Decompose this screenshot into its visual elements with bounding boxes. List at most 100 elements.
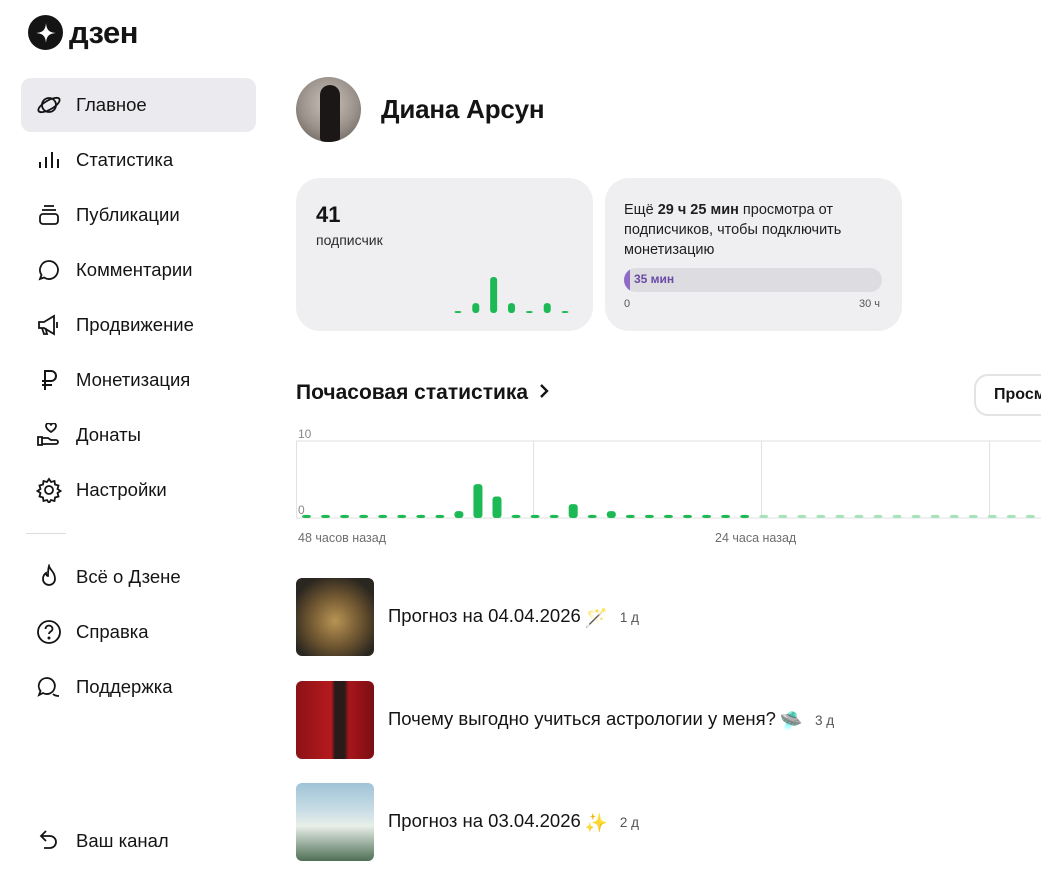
hourly-bar[interactable] <box>663 514 673 518</box>
sidebar-item-main[interactable]: Главное <box>21 78 256 132</box>
dzen-logo[interactable]: дзен <box>28 15 139 50</box>
hourly-bar[interactable] <box>797 514 807 518</box>
mini-chart-bar <box>490 277 498 313</box>
hourly-bar[interactable] <box>854 514 864 518</box>
hourly-bar[interactable] <box>702 514 712 518</box>
sidebar-item-support[interactable]: Поддержка <box>21 660 256 714</box>
publication-age: 1 д <box>619 609 639 625</box>
sidebar-item-label: Настройки <box>76 479 167 500</box>
hourly-bar[interactable] <box>321 514 331 518</box>
planet-icon <box>35 91 63 119</box>
hourly-bar[interactable] <box>359 514 369 518</box>
monetization-prefix: Ещё <box>624 202 658 218</box>
sidebar-item-comments[interactable]: Комментарии <box>21 243 256 297</box>
progress-label: 35 мин <box>634 272 675 286</box>
sidebar-item-label: Справка <box>76 621 149 642</box>
sidebar-item-promotion[interactable]: Продвижение <box>21 298 256 352</box>
hourly-bar[interactable] <box>816 514 826 518</box>
hourly-bar[interactable] <box>549 514 559 518</box>
sidebar-item-statistics[interactable]: Статистика <box>21 133 256 187</box>
hourly-bar[interactable] <box>892 514 902 518</box>
hourly-bar[interactable] <box>835 514 845 518</box>
sidebar-nav: Главное Статистика Публикации Комментари… <box>21 78 256 518</box>
hourly-bar[interactable] <box>1006 514 1016 518</box>
hourly-bar[interactable] <box>721 514 731 518</box>
sidebar-item-publications[interactable]: Публикации <box>21 188 256 242</box>
publication-title-text: Прогноз на 04.04.2026 <box>388 605 581 626</box>
hourly-bar[interactable] <box>1025 514 1035 518</box>
publication-item[interactable]: Прогноз на 03.04.2026 ✨ 2 д <box>296 783 639 861</box>
progress-min-label: 0 <box>624 298 631 310</box>
hourly-bar[interactable] <box>435 514 445 518</box>
monetization-progress-bar: 35 мин <box>624 268 882 292</box>
hourly-bar[interactable] <box>987 514 997 518</box>
publication-age: 2 д <box>619 814 639 830</box>
hourly-bar[interactable] <box>378 514 388 518</box>
mini-chart-bar <box>561 311 569 313</box>
sidebar-item-help[interactable]: Справка <box>21 605 256 659</box>
gear-icon <box>35 476 63 504</box>
y-tick-label: 0 <box>298 503 305 517</box>
avatar[interactable] <box>296 77 361 142</box>
hourly-bar[interactable] <box>740 514 750 518</box>
subscribers-count: 41 <box>316 202 341 227</box>
hourly-bar[interactable] <box>568 504 578 518</box>
subscribers-label: подписчик <box>316 232 383 248</box>
hourly-bar[interactable] <box>644 514 654 518</box>
mini-chart-bar <box>543 303 551 313</box>
sidebar-item-monetization[interactable]: Монетизация <box>21 353 256 407</box>
hourly-bar[interactable] <box>454 511 464 518</box>
hourly-bar[interactable] <box>968 514 978 518</box>
subscribers-card[interactable]: 41 подписчик <box>296 178 593 331</box>
hourly-bar[interactable] <box>340 514 350 518</box>
hourly-bar[interactable] <box>683 514 692 518</box>
publication-item[interactable]: Прогноз на 04.04.2026 🪄 1 д <box>296 578 639 656</box>
publication-title: Прогноз на 03.04.2026 ✨ <box>388 810 608 834</box>
channel-name: Диана Арсун <box>381 94 545 124</box>
monetization-text: Ещё 29 ч 25 мин просмотра от подписчиков… <box>624 200 884 260</box>
flame-icon <box>35 563 63 591</box>
sidebar-item-your-channel[interactable]: Ваш канал <box>21 814 256 868</box>
publication-title: Прогноз на 04.04.2026 🪄 <box>388 605 608 629</box>
hourly-bar[interactable] <box>302 514 311 518</box>
sidebar-item-about[interactable]: Всё о Дзене <box>21 550 256 604</box>
hourly-bar[interactable] <box>625 514 635 518</box>
ruble-icon <box>35 366 63 394</box>
logo-text: дзен <box>69 15 139 50</box>
hourly-bar[interactable] <box>778 514 788 518</box>
monetization-card[interactable]: Ещё 29 ч 25 мин просмотра от подписчиков… <box>605 178 902 331</box>
hourly-bar[interactable] <box>492 496 502 518</box>
donate-hand-icon <box>35 421 63 449</box>
comment-icon <box>35 256 63 284</box>
hourly-stats-title[interactable]: Почасовая статистика <box>296 381 550 405</box>
hourly-bar[interactable] <box>397 514 407 518</box>
hourly-bar[interactable] <box>949 514 959 518</box>
sidebar-item-label: Публикации <box>76 204 180 225</box>
x-tick-label: 24 часа назад <box>715 531 797 545</box>
hourly-bar[interactable] <box>759 514 769 518</box>
hourly-bar[interactable] <box>911 514 921 518</box>
metric-select-button[interactable]: Просмотры <box>974 374 1041 416</box>
hourly-bar[interactable] <box>530 514 540 518</box>
sidebar-item-label: Главное <box>76 94 147 115</box>
publication-emoji: ✨ <box>584 812 608 833</box>
progress-max-label: 30 ч <box>859 298 881 310</box>
publication-emoji: 🪄 <box>584 607 608 628</box>
publication-item[interactable]: Почему выгодно учиться астрологии у меня… <box>296 681 834 759</box>
hourly-bar[interactable] <box>930 514 940 518</box>
publication-age: 3 д <box>814 712 835 728</box>
hourly-bar[interactable] <box>511 514 521 518</box>
sidebar-item-label: Поддержка <box>76 676 173 697</box>
chevron-right-icon <box>538 381 550 405</box>
hourly-bar[interactable] <box>587 514 597 518</box>
sidebar-item-label: Донаты <box>76 424 141 445</box>
y-tick-label: 10 <box>298 427 312 441</box>
dzen-star-icon <box>28 15 63 50</box>
hourly-bar[interactable] <box>473 484 483 518</box>
sidebar-item-donations[interactable]: Донаты <box>21 408 256 462</box>
hourly-bar[interactable] <box>416 514 426 518</box>
hourly-bar[interactable] <box>873 514 883 518</box>
hourly-bar[interactable] <box>606 511 616 518</box>
sidebar-item-settings[interactable]: Настройки <box>21 463 256 517</box>
sidebar-item-label: Комментарии <box>76 259 193 280</box>
